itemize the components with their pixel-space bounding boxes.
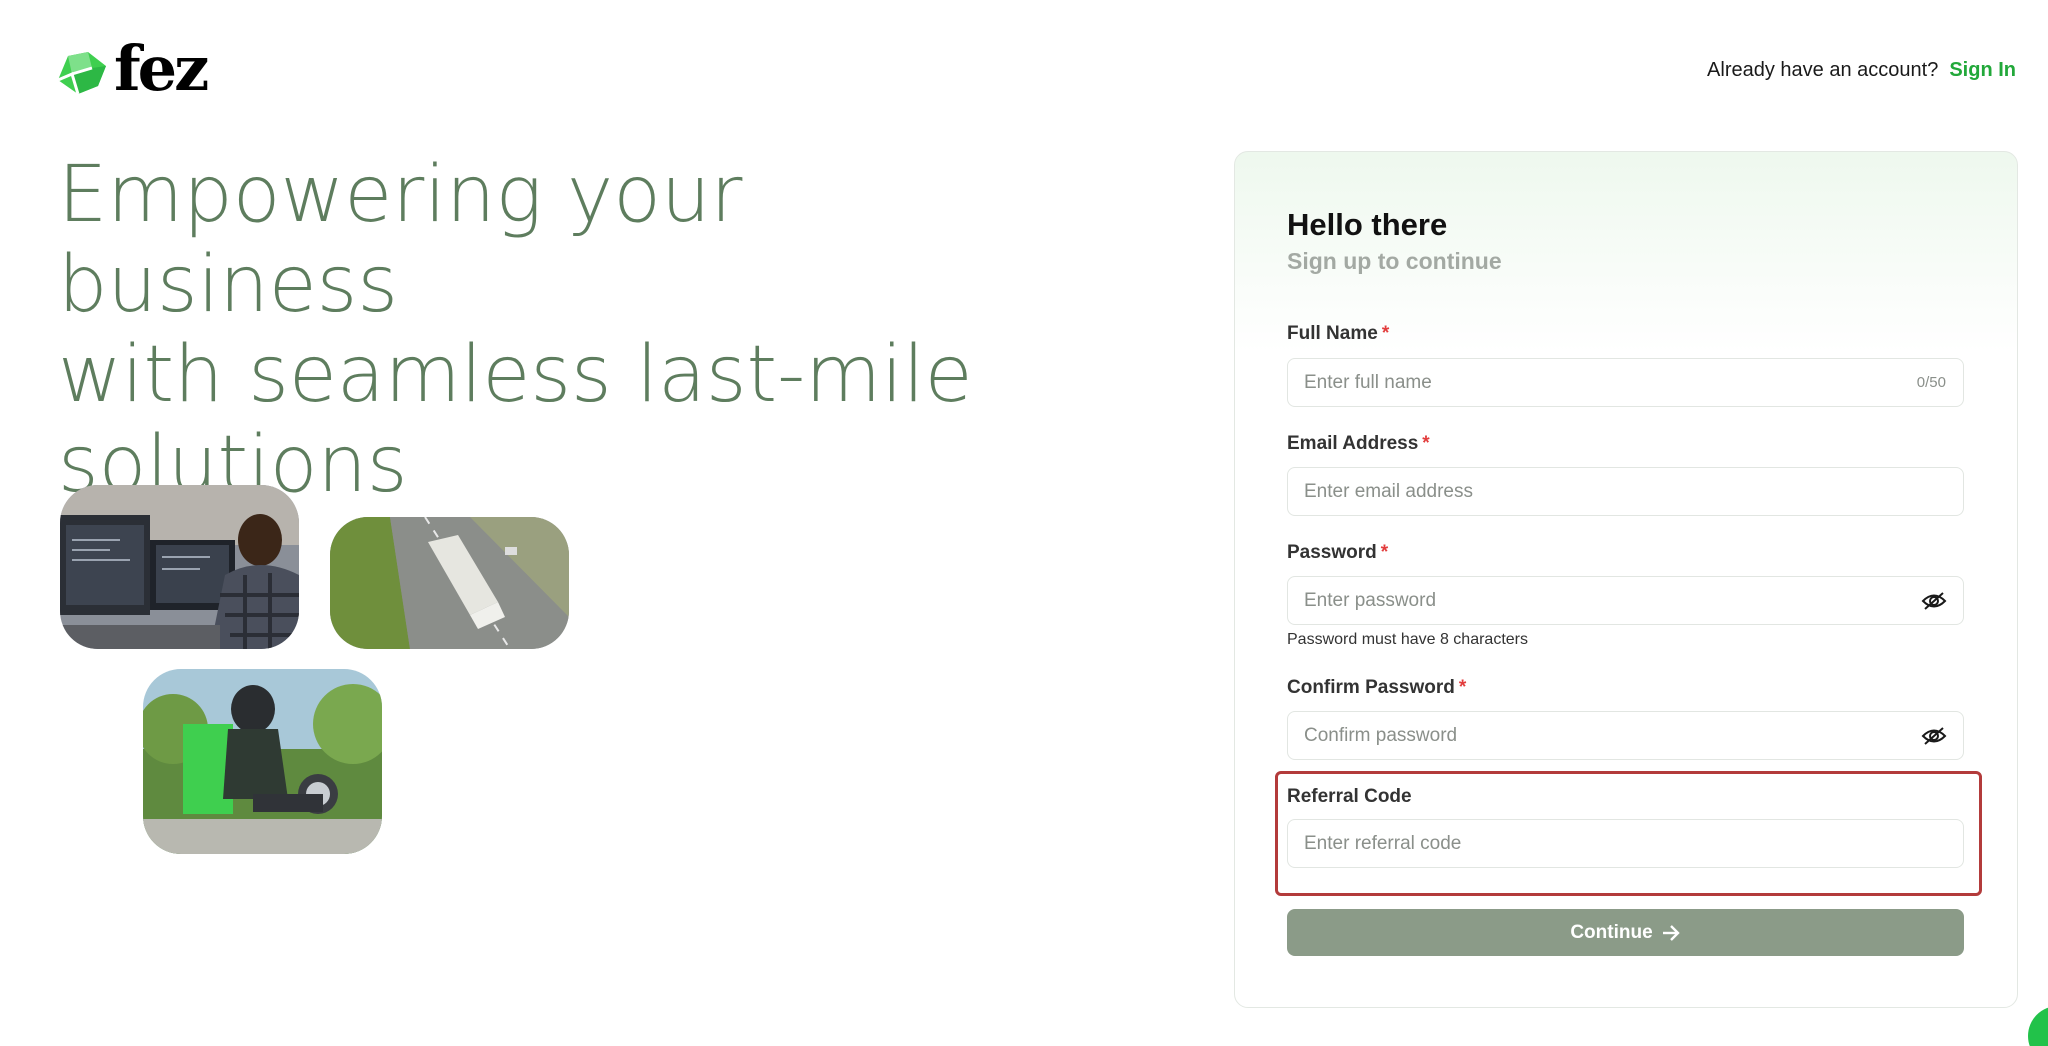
delivery-rider-motorcycle-photo: [143, 669, 382, 854]
account-prompt-text: Already have an account?: [1707, 59, 1939, 81]
hero-heading: Empowering your business with seamless l…: [58, 150, 1058, 510]
sign-in-prompt: Already have an account? Sign In: [1707, 59, 2016, 82]
confirm-password-label-text: Confirm Password: [1287, 677, 1455, 698]
card-title: Hello there: [1287, 207, 1448, 242]
required-marker: *: [1458, 677, 1467, 698]
sign-in-link[interactable]: Sign In: [1949, 59, 2016, 82]
full-name-label-text: Full Name: [1287, 323, 1378, 344]
email-input[interactable]: [1288, 468, 1963, 515]
full-name-input[interactable]: [1288, 359, 1917, 406]
password-hint: Password must have 8 characters: [1287, 631, 1528, 648]
password-label: Password *: [1287, 542, 1388, 564]
required-marker: *: [1381, 323, 1390, 344]
signup-card: Hello there Sign up to continue Full Nam…: [1234, 151, 2018, 1008]
email-field: [1287, 467, 1964, 516]
hero-line-1: Empowering your business: [58, 150, 743, 330]
truck-on-highway-photo: [330, 517, 569, 649]
password-field: [1287, 576, 1964, 625]
referral-code-input[interactable]: [1288, 820, 1963, 867]
email-label: Email Address *: [1287, 433, 1430, 455]
email-label-text: Email Address: [1287, 433, 1419, 454]
character-counter: 0/50: [1916, 374, 1946, 391]
fez-logo[interactable]: fez: [58, 38, 209, 100]
hero-line-2: with seamless last-mile: [58, 330, 973, 420]
password-input[interactable]: [1288, 577, 1921, 624]
continue-button[interactable]: Continue: [1287, 909, 1964, 956]
full-name-field: 0/50: [1287, 358, 1964, 407]
full-name-label: Full Name *: [1287, 323, 1389, 345]
chat-widget-icon[interactable]: [2028, 1006, 2048, 1046]
logo-wordmark: fez: [114, 32, 209, 105]
referral-label: Referral Code: [1287, 786, 1412, 807]
confirm-password-field: [1287, 711, 1964, 760]
arrow-right-icon: [1662, 924, 1680, 941]
continue-label: Continue: [1570, 921, 1653, 943]
logo-cube-icon: [58, 52, 106, 94]
confirm-password-input[interactable]: [1288, 712, 1921, 759]
eye-slash-icon[interactable]: [1921, 590, 1947, 612]
required-marker: *: [1422, 433, 1430, 454]
card-subtitle: Sign up to continue: [1287, 248, 1502, 274]
developer-at-monitors-photo: [60, 485, 299, 649]
confirm-password-label: Confirm Password *: [1287, 677, 1466, 699]
required-marker: *: [1380, 542, 1389, 563]
password-label-text: Password: [1287, 542, 1377, 563]
eye-slash-icon[interactable]: [1921, 725, 1947, 747]
referral-field: [1287, 819, 1964, 868]
